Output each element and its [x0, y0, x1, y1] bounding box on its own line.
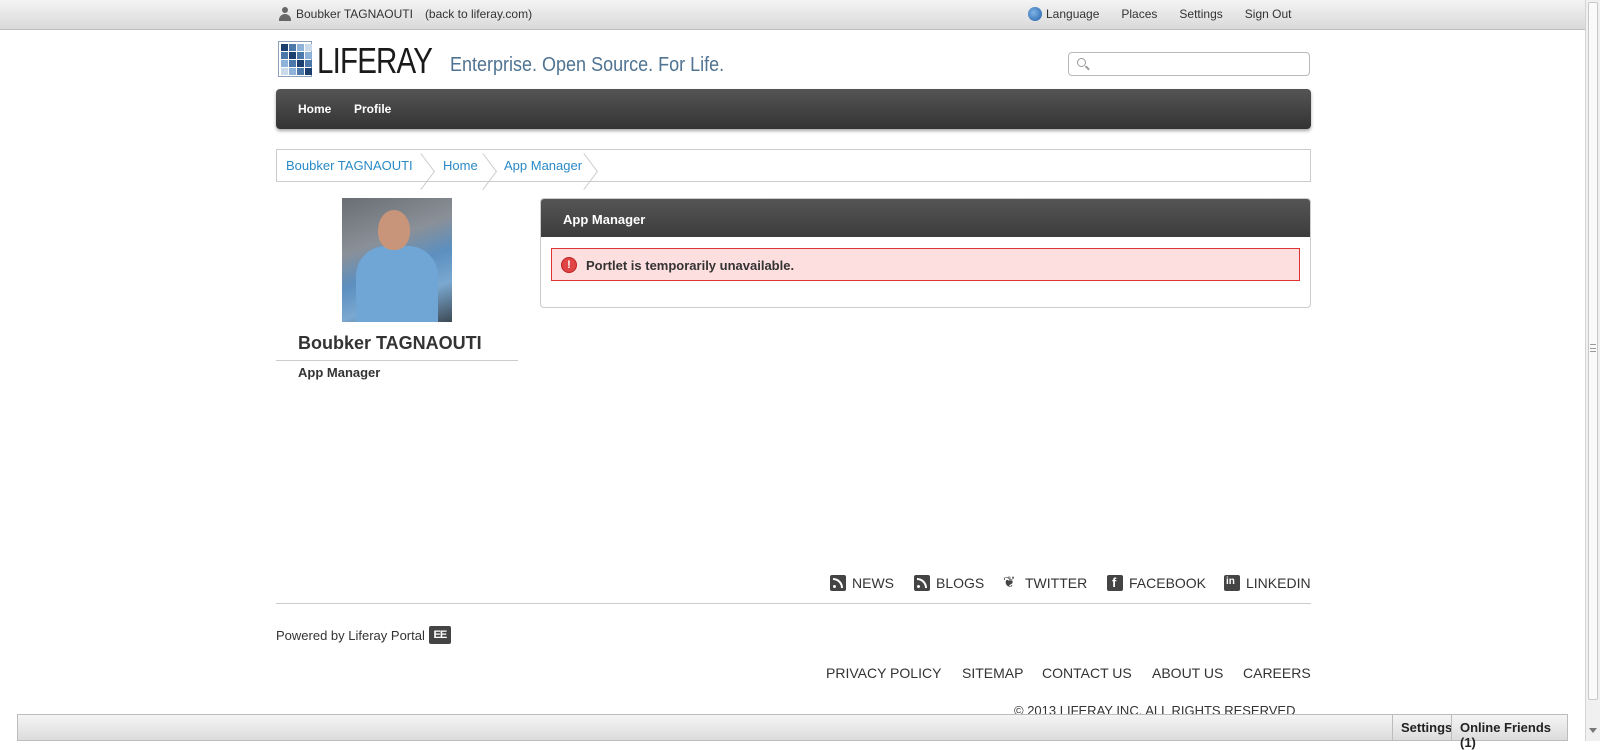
nav-item-profile[interactable]: Profile [354, 102, 391, 116]
breadcrumb-separator [483, 150, 497, 181]
logo-cell [281, 60, 288, 67]
search-box[interactable] [1068, 52, 1310, 76]
footer-blogs-label: BLOGS [936, 575, 985, 591]
main-navigation: Home Profile [276, 89, 1311, 129]
language-menu[interactable]: Language [1028, 7, 1099, 21]
avatar-body [356, 246, 438, 322]
search-input[interactable] [1091, 55, 1305, 73]
logo-cell [297, 52, 304, 59]
error-message: Portlet is temporarily unavailable. [586, 258, 795, 273]
user-icon [278, 7, 292, 21]
logo-cell [281, 44, 288, 51]
avatar [342, 198, 452, 322]
logo-cell [281, 68, 288, 75]
footer-facebook-label: FACEBOOK [1129, 575, 1207, 591]
footer-link-contact-us[interactable]: CONTACT US [1042, 665, 1132, 681]
footer-twitter-link[interactable]: TWITTER [1003, 573, 1088, 591]
logo-cell [297, 44, 304, 51]
logo-cell [289, 68, 296, 75]
site-tagline: Enterprise. Open Source. For Life. [450, 54, 725, 76]
profile-divider [276, 360, 518, 361]
breadcrumb-separator [421, 150, 435, 181]
scroll-down-arrow-icon[interactable] [1589, 728, 1597, 733]
error-alert: ! Portlet is temporarily unavailable. [551, 248, 1300, 281]
footer-link-privacy-policy[interactable]: PRIVACY POLICY [826, 665, 941, 681]
globe-icon [1028, 7, 1042, 21]
scrollbar-grip [1590, 344, 1596, 352]
logo-cell [305, 44, 312, 51]
footer-twitter-label: TWITTER [1025, 575, 1088, 591]
online-friends-button[interactable]: Online Friends (1) [1451, 715, 1567, 750]
footer-link-about-us[interactable]: ABOUT US [1152, 665, 1223, 681]
powered-by-text: Powered by Liferay Portal [276, 627, 425, 643]
liferay-logo-icon[interactable] [278, 41, 312, 77]
footer-linkedin-label: LINKEDIN [1246, 575, 1311, 591]
footer-divider [276, 603, 1311, 604]
footer-news-label: NEWS [852, 575, 894, 591]
logo-cell [297, 60, 304, 67]
portlet-header: App Manager [541, 199, 1310, 237]
logo-cell [305, 52, 312, 59]
linkedin-icon [1224, 575, 1240, 591]
facebook-icon [1107, 575, 1123, 591]
nav-item-home[interactable]: Home [298, 102, 331, 116]
footer-facebook-link[interactable]: FACEBOOK [1107, 575, 1206, 591]
breadcrumb-separator [584, 150, 598, 181]
footer-news-link[interactable]: NEWS [830, 575, 894, 591]
settings-menu[interactable]: Settings [1179, 7, 1222, 21]
search-icon [1077, 58, 1086, 67]
footer-blogs-link[interactable]: BLOGS [914, 575, 984, 591]
twitter-icon [1003, 573, 1019, 591]
back-to-liferay-link[interactable]: (back to liferay.com) [425, 7, 532, 21]
footer-link-careers[interactable]: CAREERS [1243, 665, 1311, 681]
dock-user-name[interactable]: Boubker TAGNAOUTI [296, 7, 413, 21]
footer-linkedin-link[interactable]: LINKEDIN [1224, 575, 1311, 591]
powered-by: Powered by Liferay Portal EE [276, 626, 451, 644]
error-icon: ! [561, 257, 577, 273]
logo-text[interactable]: LIFERAY [317, 40, 433, 82]
dock-menu: Language Places Settings Sign Out [1006, 7, 1291, 21]
breadcrumb-item-user[interactable]: Boubker TAGNAOUTI [286, 158, 413, 173]
logo-cell [289, 52, 296, 59]
breadcrumb: Boubker TAGNAOUTI Home App Manager [276, 149, 1311, 182]
language-label: Language [1046, 7, 1100, 21]
logo-cell [289, 44, 296, 51]
page-scrollbar[interactable] [1585, 0, 1600, 741]
profile-nav-app-manager[interactable]: App Manager [298, 365, 380, 380]
avatar-head [378, 210, 410, 250]
bottom-dock: Settings Online Friends (1) [17, 714, 1568, 750]
sign-out-link[interactable]: Sign Out [1245, 7, 1292, 21]
rss-icon [914, 575, 930, 591]
logo-cell [305, 60, 312, 67]
profile-name: Boubker TAGNAOUTI [298, 333, 482, 353]
app-manager-portlet: App Manager ! Portlet is temporarily una… [540, 198, 1311, 308]
logo-cell [281, 52, 288, 59]
dock-user[interactable]: Boubker TAGNAOUTI (back to liferay.com) [278, 7, 532, 21]
portlet-title: App Manager [563, 212, 646, 227]
logo-cell [305, 68, 312, 75]
footer-link-sitemap[interactable]: SITEMAP [962, 665, 1023, 681]
rss-icon [830, 575, 846, 591]
dockbar: Boubker TAGNAOUTI (back to liferay.com) … [0, 0, 1585, 30]
ee-badge: EE [428, 626, 451, 644]
logo-cell [289, 60, 296, 67]
places-menu[interactable]: Places [1121, 7, 1157, 21]
logo-cell [297, 68, 304, 75]
